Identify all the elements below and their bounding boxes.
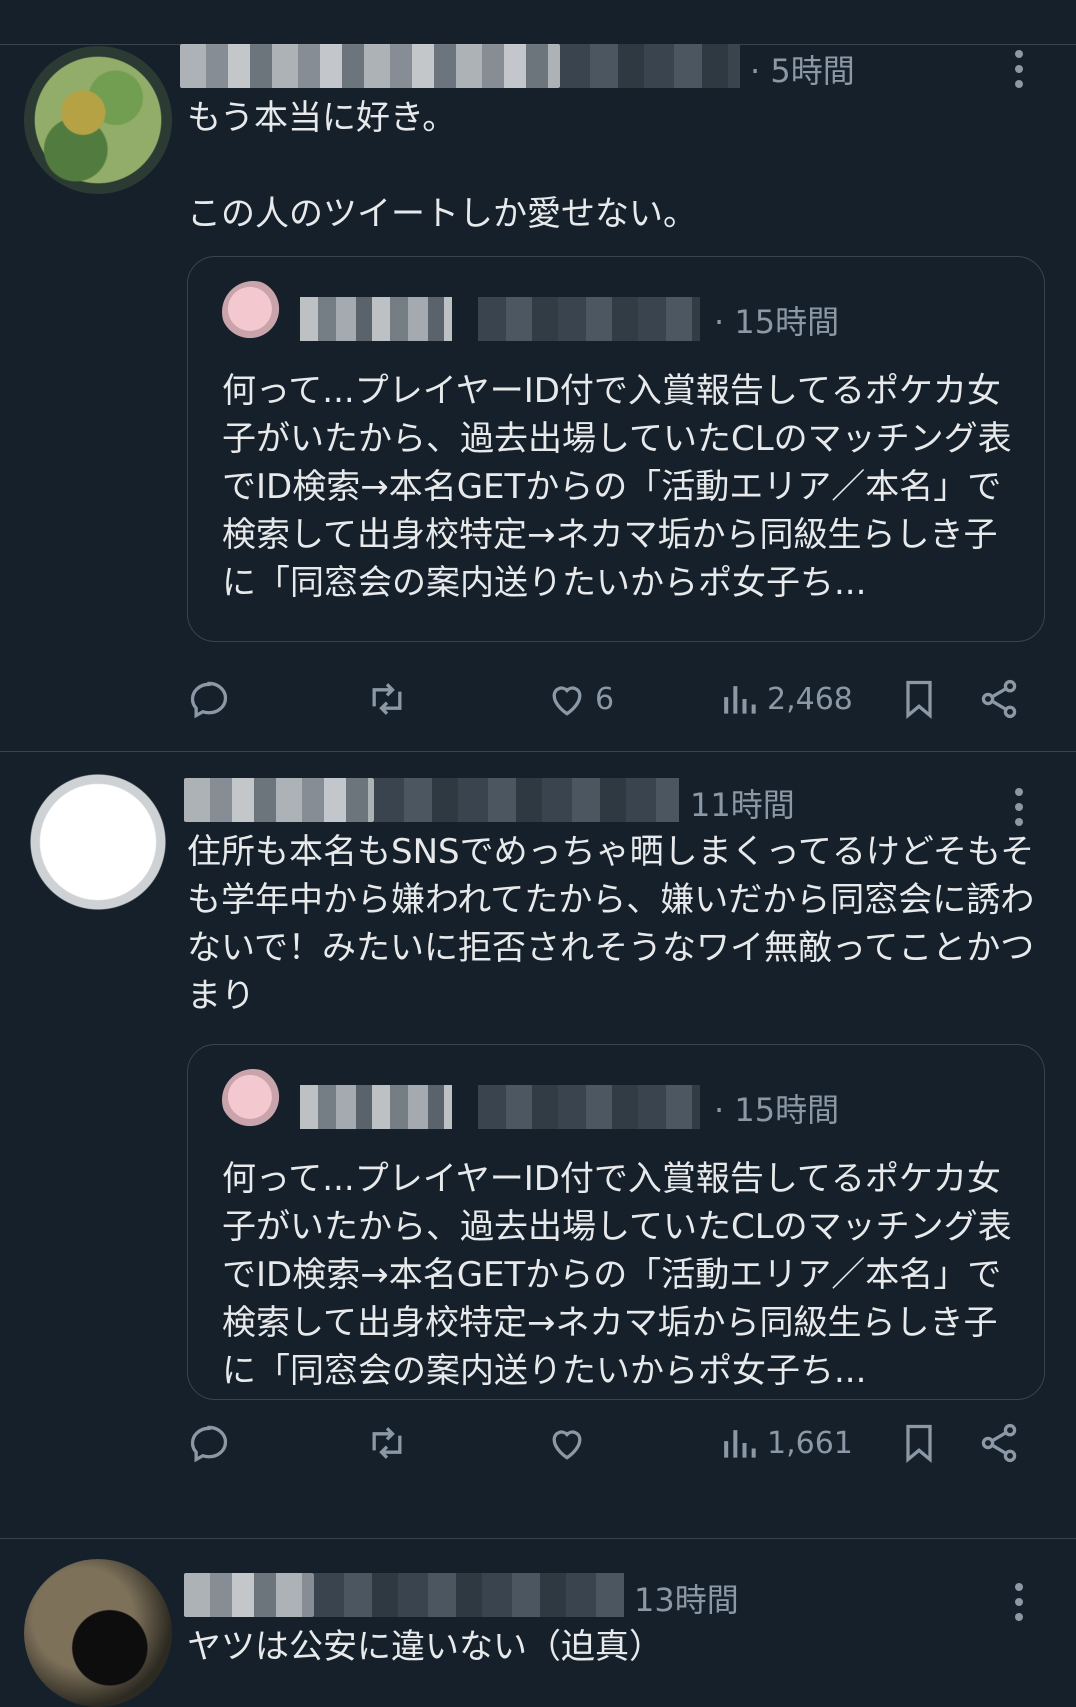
reply-icon (190, 1425, 228, 1463)
avatar[interactable] (24, 1559, 172, 1707)
tweet-text: ヤツは公安に違いない（迫真） (187, 1627, 663, 1667)
action-bar: 1,661 (187, 1418, 1017, 1468)
like-count: 6 (595, 681, 615, 717)
reply-button[interactable] (187, 1418, 231, 1468)
retweet-button[interactable] (365, 1418, 409, 1468)
avatar[interactable] (24, 768, 172, 916)
quote-text: 何って...プレイヤーID付で入賞報告してるポケカ女子がいたから、過去出場してい… (222, 371, 1012, 603)
quote-avatar (222, 1069, 284, 1131)
handle-pixelated[interactable] (314, 1573, 624, 1617)
reply-icon (190, 681, 228, 719)
retweet-button[interactable] (365, 674, 409, 724)
view-count: 1,661 (767, 1425, 853, 1461)
display-name-pixelated[interactable] (184, 1573, 314, 1617)
quote-avatar (222, 281, 284, 343)
bookmark-icon (906, 1424, 932, 1464)
action-bar: 6 2,468 (187, 674, 1017, 724)
handle-pixelated[interactable] (374, 778, 679, 822)
timestamp[interactable]: · 5時間 (750, 46, 855, 92)
tweet-2[interactable]: 11時間 住所も本名もSNSでめっちゃ晒しまくってるけどそもそも学年中から嫌われ… (0, 752, 1076, 1539)
views-button[interactable]: 1,661 (717, 1418, 853, 1468)
bookmark-icon (906, 680, 932, 720)
like-icon (552, 1430, 582, 1460)
retweet-icon (372, 683, 402, 715)
quote-handle-pixelated (478, 297, 700, 341)
quote-display-name-pixelated (300, 1085, 452, 1129)
quote-display-name-pixelated (300, 297, 452, 341)
quote-tweet[interactable]: · 15時間 何って...プレイヤーID付で入賞報告してるポケカ女子がいたから、… (187, 1044, 1045, 1400)
share-icon (981, 679, 1017, 719)
avatar[interactable] (24, 46, 172, 194)
quote-timestamp: · 15時間 (714, 1091, 840, 1129)
quote-timestamp: · 15時間 (714, 303, 840, 341)
view-count: 2,468 (767, 681, 853, 717)
quote-text: 何って...プレイヤーID付で入賞報告してるポケカ女子がいたから、過去出場してい… (222, 1159, 1012, 1391)
tweet-text: 住所も本名もSNSでめっちゃ晒しまくってるけどそもそも学年中から嫌われてたから、… (187, 832, 1035, 1016)
more-icon[interactable] (1015, 788, 1025, 833)
share-button[interactable] (977, 1418, 1021, 1468)
like-button[interactable]: 6 (545, 674, 614, 724)
share-button[interactable] (977, 674, 1021, 724)
handle-pixelated[interactable] (560, 44, 740, 88)
bookmark-button[interactable] (897, 1418, 941, 1468)
views-button[interactable]: 2,468 (717, 674, 853, 724)
tweet-3[interactable]: 13時間 ヤツは公安に違いない（迫真） (0, 1539, 1076, 1707)
timestamp[interactable]: 11時間 (690, 780, 795, 826)
more-icon[interactable] (1015, 1583, 1025, 1628)
timestamp[interactable]: 13時間 (634, 1575, 739, 1621)
quote-handle-pixelated (478, 1085, 700, 1129)
tweet-1[interactable]: · 5時間 もう本当に好き。 この人のツイートしか愛せない。 · 15時間 何っ… (0, 44, 1076, 752)
retweet-icon (372, 1427, 402, 1459)
share-icon (981, 1423, 1017, 1463)
reply-button[interactable] (187, 674, 231, 724)
views-icon (724, 686, 756, 714)
like-button[interactable] (545, 1418, 595, 1468)
quote-tweet[interactable]: · 15時間 何って...プレイヤーID付で入賞報告してるポケカ女子がいたから、… (187, 256, 1045, 642)
top-divider (0, 0, 1076, 45)
views-icon (724, 1430, 756, 1458)
display-name-pixelated[interactable] (180, 44, 560, 88)
bookmark-button[interactable] (897, 674, 941, 724)
tweet-text: もう本当に好き。 この人のツイートしか愛せない。 (187, 98, 697, 234)
like-icon (552, 686, 582, 716)
display-name-pixelated[interactable] (184, 778, 374, 822)
more-icon[interactable] (1015, 50, 1025, 95)
